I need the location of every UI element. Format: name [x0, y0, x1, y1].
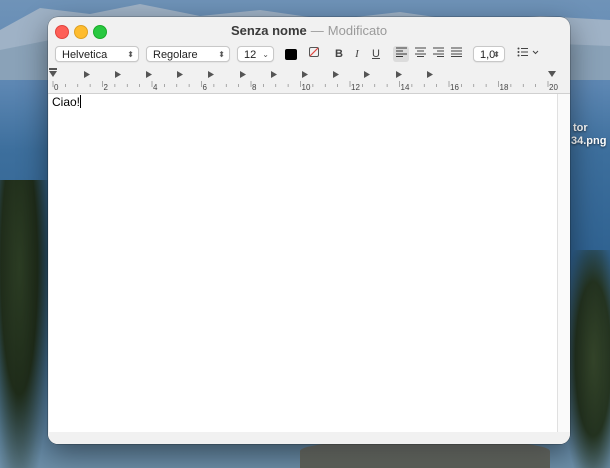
highlight-color-icon[interactable]: [306, 46, 322, 62]
first-line-indent-marker: [49, 68, 57, 70]
ruler-number: 8: [252, 83, 257, 92]
tab-stops: [84, 71, 433, 78]
title-bar[interactable]: Senza nome — Modificato: [48, 17, 570, 45]
ruler-number: 2: [103, 83, 108, 92]
desktop-tree-right: [568, 250, 610, 468]
updown-arrows-icon: ⬍: [493, 50, 500, 59]
document-status: Modificato: [327, 23, 388, 38]
bold-button[interactable]: B: [331, 46, 347, 62]
chevron-down-icon[interactable]: ⌄: [262, 47, 269, 63]
align-justify-icon[interactable]: [448, 46, 464, 62]
window-bottom-edge: [48, 432, 570, 444]
window-title: Senza nome — Modificato: [48, 23, 570, 38]
desktop-file-label-1[interactable]: tor: [573, 122, 588, 134]
ruler-number: 6: [202, 83, 207, 92]
desktop-tree-left: [0, 180, 48, 468]
font-size-value: 12: [244, 49, 257, 61]
ruler-number: 10: [301, 83, 311, 92]
document-body[interactable]: Ciao!: [49, 94, 558, 432]
text-color-well[interactable]: [285, 49, 297, 60]
left-indent-marker: [49, 71, 57, 77]
italic-button[interactable]: I: [349, 46, 365, 62]
font-style-value: Regolare: [153, 49, 198, 61]
align-right-icon[interactable]: [430, 46, 446, 62]
ruler[interactable]: 0 2 4 6 8 10 12 14 16 18 20: [48, 67, 570, 94]
ruler-number: 20: [549, 83, 558, 92]
vertical-scroll-area[interactable]: [558, 94, 570, 432]
font-family-value: Helvetica: [62, 49, 108, 61]
ruler-number: 18: [499, 83, 509, 92]
right-margin-marker: [548, 71, 556, 77]
list-bullets-icon[interactable]: [515, 46, 541, 62]
desktop-file-label-2[interactable]: 34.png: [571, 135, 606, 147]
ruler-number: 4: [153, 83, 158, 92]
format-toolbar: Helvetica ⬍ Regolare ⬍ 12 ⌄ B I U 1,0 ⬍: [48, 45, 570, 67]
underline-button[interactable]: U: [368, 46, 384, 62]
document-content[interactable]: Ciao!: [52, 95, 80, 109]
textedit-window: Senza nome — Modificato Helvetica ⬍ Regola…: [48, 17, 570, 444]
align-center-icon[interactable]: [412, 46, 428, 62]
ruler-number: 14: [400, 83, 410, 92]
updown-arrows-icon: ⬍: [127, 50, 134, 59]
align-left-icon[interactable]: [393, 46, 409, 62]
font-family-select[interactable]: Helvetica ⬍: [55, 46, 139, 62]
document-name: Senza nome: [230, 23, 307, 38]
ruler-number: 16: [450, 83, 459, 92]
ruler-number: 0: [54, 83, 59, 92]
line-spacing-select[interactable]: 1,0 ⬍: [473, 46, 505, 62]
font-style-select[interactable]: Regolare ⬍: [146, 46, 230, 62]
title-separator: —: [310, 23, 324, 38]
font-size-combo[interactable]: 12 ⌄: [237, 46, 274, 62]
desktop-rock: [300, 440, 550, 468]
ruler-number: 12: [351, 83, 360, 92]
text-caret: [80, 95, 82, 108]
document-text[interactable]: Ciao!: [52, 95, 82, 109]
updown-arrows-icon: ⬍: [218, 50, 225, 59]
